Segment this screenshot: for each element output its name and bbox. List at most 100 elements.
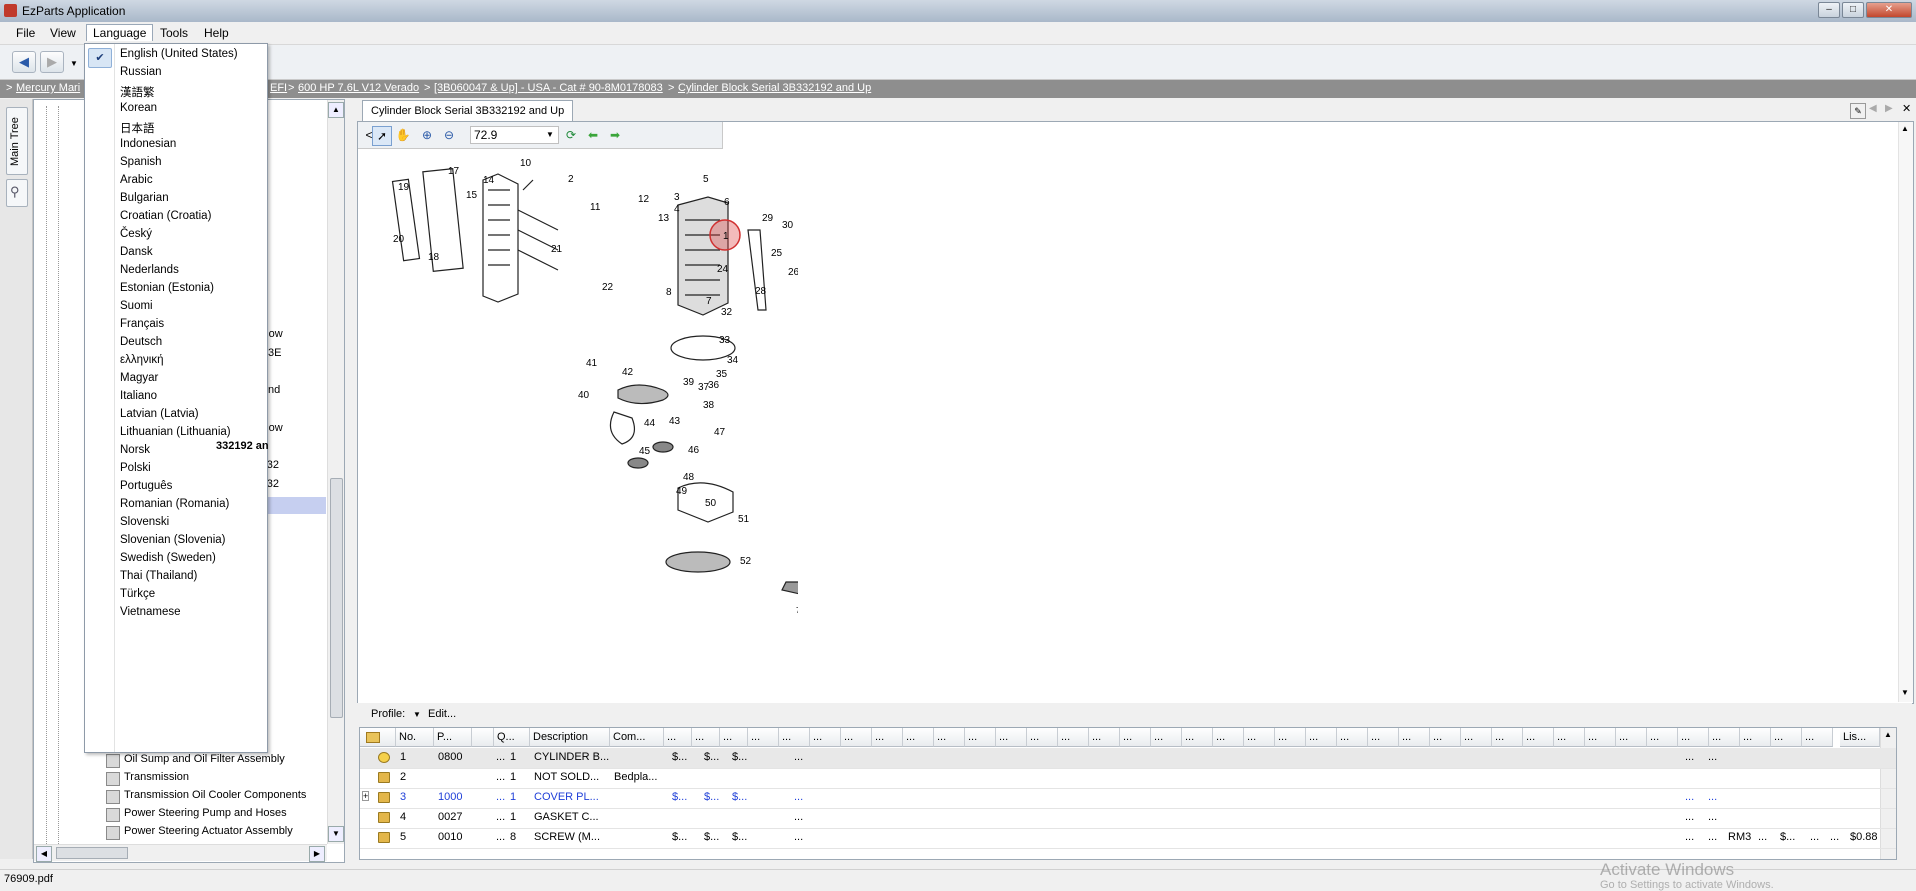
- scroll-down-icon[interactable]: ▼: [328, 826, 344, 842]
- callout-number[interactable]: 20: [393, 234, 405, 245]
- language-option[interactable]: Polski: [120, 462, 151, 474]
- forward-button[interactable]: ▶: [40, 51, 64, 73]
- column-header-icon[interactable]: [360, 728, 396, 747]
- column-header-more[interactable]: ...: [872, 728, 903, 747]
- tree-horizontal-scrollbar[interactable]: ◀ ▶: [34, 844, 327, 862]
- column-header-more[interactable]: ...: [720, 728, 748, 747]
- language-option[interactable]: Türkçe: [120, 588, 155, 600]
- callout-number[interactable]: 32: [721, 307, 733, 318]
- callout-number[interactable]: 15: [466, 190, 478, 201]
- edit-profile-button[interactable]: Edit...: [428, 708, 456, 720]
- diagram-viewer[interactable]: < ➚ ✋ ⊕ ⊖ 72.9 ▼ ⟳ ⬅ ➡ ▲ ▼ 1 2 3 4 5 6 7…: [357, 121, 1914, 704]
- pin-icon[interactable]: ✎: [1850, 103, 1866, 119]
- language-option[interactable]: Spanish: [120, 156, 162, 168]
- column-header-more[interactable]: ...: [1368, 728, 1399, 747]
- close-tab-icon[interactable]: ✕: [1902, 102, 1911, 115]
- column-header-more[interactable]: ...: [748, 728, 779, 747]
- column-header-more[interactable]: ...: [1151, 728, 1182, 747]
- language-option[interactable]: Português: [120, 480, 172, 492]
- column-header-comments[interactable]: Com...: [610, 728, 664, 747]
- tree-vertical-scrollbar[interactable]: ▲ ▼: [327, 100, 344, 844]
- column-header-more[interactable]: ...: [1678, 728, 1709, 747]
- column-header-more[interactable]: ...: [1771, 728, 1802, 747]
- scroll-thumb[interactable]: [330, 478, 343, 718]
- column-header-more[interactable]: ...: [1430, 728, 1461, 747]
- callout-number[interactable]: 8: [666, 287, 672, 298]
- previous-page-icon[interactable]: ⬅: [584, 126, 602, 144]
- column-header-more[interactable]: ...: [1244, 728, 1275, 747]
- language-option[interactable]: ελληνική: [120, 354, 163, 366]
- scroll-left-icon[interactable]: ◀: [36, 846, 52, 862]
- callout-number[interactable]: 26: [788, 267, 798, 278]
- next-page-icon[interactable]: ➡: [606, 126, 624, 144]
- callout-number[interactable]: 7: [706, 296, 712, 307]
- callout-number[interactable]: 5: [703, 174, 709, 185]
- close-button[interactable]: ✕: [1866, 2, 1912, 18]
- column-header-description[interactable]: Description: [530, 728, 610, 747]
- callout-number[interactable]: 34: [727, 355, 739, 366]
- callout-number[interactable]: 49: [676, 486, 688, 497]
- column-header-more[interactable]: ...: [1585, 728, 1616, 747]
- language-option[interactable]: Italiano: [120, 390, 157, 402]
- column-header-more[interactable]: ...: [996, 728, 1027, 747]
- language-option[interactable]: Český: [120, 228, 152, 240]
- exploded-parts-diagram[interactable]: 1234567810111213141517181920212223242526…: [358, 150, 798, 650]
- tab-scroll-left-icon[interactable]: ◀: [1869, 103, 1877, 114]
- scroll-right-icon[interactable]: ▶: [309, 846, 325, 862]
- callout-number[interactable]: 41: [586, 358, 598, 369]
- language-option[interactable]: Slovenski: [120, 516, 169, 528]
- language-option[interactable]: Estonian (Estonia): [120, 282, 214, 294]
- scroll-thumb[interactable]: [56, 847, 128, 859]
- back-button[interactable]: ◀: [12, 51, 36, 73]
- scroll-up-icon[interactable]: ▲: [1901, 124, 1909, 133]
- language-option[interactable]: Norsk: [120, 444, 150, 456]
- table-row[interactable]: 5 0010... 8 SCREW (M... $... $... $...........…: [360, 828, 1896, 849]
- callout-number[interactable]: 25: [771, 248, 783, 259]
- column-header-more[interactable]: ...: [1709, 728, 1740, 747]
- column-header-more[interactable]: ...: [934, 728, 965, 747]
- callout-number[interactable]: 4: [674, 204, 680, 215]
- callout-number[interactable]: 40: [578, 390, 590, 401]
- zoom-dropdown-icon[interactable]: ▼: [546, 130, 554, 139]
- tab-main-tree[interactable]: Main Tree: [6, 107, 28, 175]
- column-header-more[interactable]: ...: [1554, 728, 1585, 747]
- parts-grid[interactable]: No. P... Q... Description Com... .......…: [359, 727, 1897, 860]
- column-header-more[interactable]: ...: [692, 728, 720, 747]
- callout-number[interactable]: 22: [602, 282, 614, 293]
- callout-number[interactable]: 1: [723, 231, 729, 242]
- callout-number[interactable]: 36: [708, 380, 720, 391]
- language-option[interactable]: Slovenian (Slovenia): [120, 534, 225, 546]
- column-header-more[interactable]: ...: [664, 728, 692, 747]
- language-option[interactable]: Suomi: [120, 300, 153, 312]
- column-header-list-price[interactable]: Lis...: [1840, 728, 1880, 747]
- pointer-tool-icon[interactable]: ➚: [372, 126, 392, 146]
- column-header-more[interactable]: ...: [1306, 728, 1337, 747]
- menu-help[interactable]: Help: [198, 25, 235, 41]
- column-header-blank[interactable]: [472, 728, 494, 747]
- menu-tools[interactable]: Tools: [154, 25, 194, 41]
- language-option[interactable]: Dansk: [120, 246, 153, 258]
- callout-number[interactable]: 39: [683, 377, 695, 388]
- tab-scroll-right-icon[interactable]: ▶: [1885, 103, 1893, 114]
- callout-number[interactable]: 47: [714, 427, 726, 438]
- callout-number[interactable]: 21: [551, 244, 563, 255]
- callout-number[interactable]: 14: [483, 175, 495, 186]
- callout-number[interactable]: 44: [644, 418, 656, 429]
- column-header-more[interactable]: ...: [1616, 728, 1647, 747]
- column-header-more[interactable]: ...: [1182, 728, 1213, 747]
- language-option[interactable]: Nederlands: [120, 264, 179, 276]
- viewer-vertical-scrollbar[interactable]: ▲ ▼: [1898, 122, 1913, 702]
- tab-search[interactable]: ⚲: [6, 179, 28, 207]
- column-header-more[interactable]: ...: [1647, 728, 1678, 747]
- callout-number[interactable]: 48: [683, 472, 695, 483]
- language-option[interactable]: English (United States): [120, 48, 238, 60]
- column-header-more[interactable]: ...: [1089, 728, 1120, 747]
- callout-number[interactable]: 50: [705, 498, 717, 509]
- callout-number[interactable]: 52: [740, 556, 752, 567]
- expand-icon[interactable]: +: [362, 791, 370, 801]
- language-option[interactable]: Swedish (Sweden): [120, 552, 216, 564]
- table-row[interactable]: 4 0027... 1 GASKET C............: [360, 808, 1896, 829]
- column-header-more[interactable]: ...: [1213, 728, 1244, 747]
- menu-file[interactable]: File: [10, 25, 41, 41]
- callout-number[interactable]: 6: [724, 197, 730, 208]
